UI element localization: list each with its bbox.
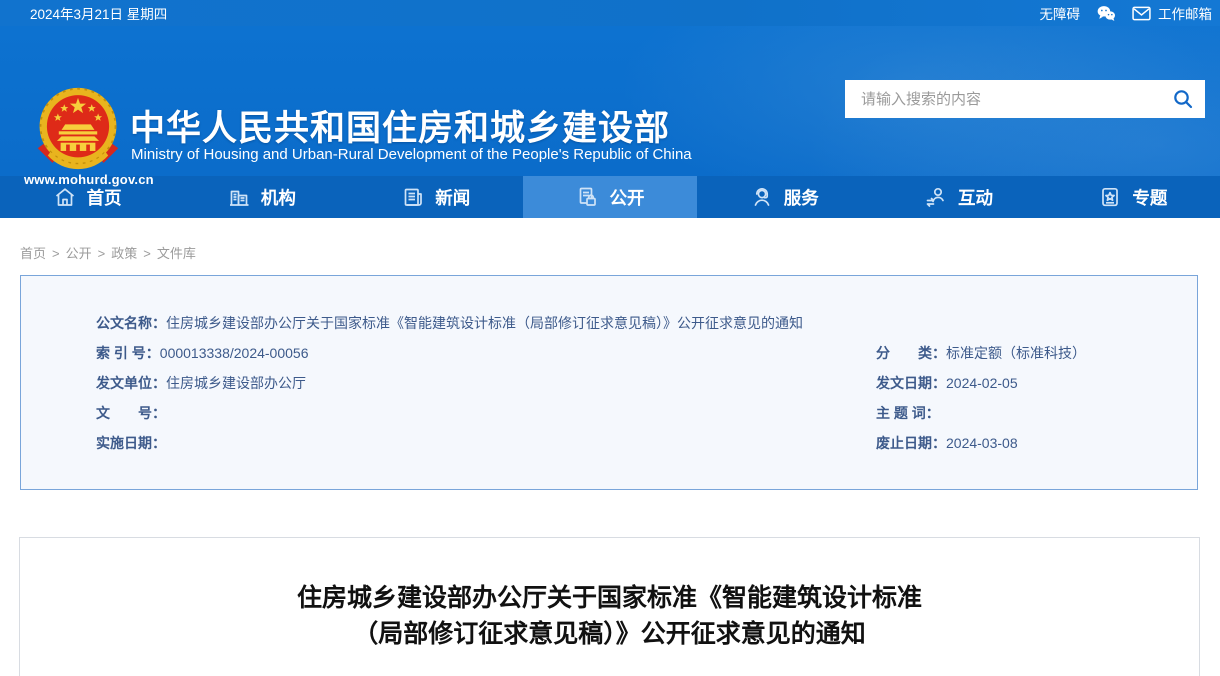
nav-tab-label: 服务	[784, 185, 819, 210]
nav-tab-services[interactable]: 服务	[697, 176, 871, 218]
field-doc-name: 公文名称：住房城乡建设部办公厅关于国家标准《智能建筑设计标准（局部修订征求意见稿…	[96, 313, 1197, 334]
breadcrumb-link-home[interactable]: 首页	[20, 246, 46, 261]
nav-tab-label: 首页	[87, 185, 122, 210]
field-category: 分 类：标准定额（标准科技）	[876, 343, 1197, 364]
search-box	[845, 80, 1205, 118]
breadcrumb-link-disclosure[interactable]: 公开	[66, 246, 92, 261]
nav-tab-news[interactable]: 新闻	[349, 176, 523, 218]
main-nav: 首页 机构 新闻 公开	[0, 176, 1220, 218]
nav-tab-topics[interactable]: 专题	[1046, 176, 1220, 218]
field-abolish-date: 废止日期：2024-03-08	[876, 433, 1197, 454]
wechat-icon[interactable]	[1096, 5, 1116, 21]
field-doc-number: 文 号：	[96, 403, 876, 424]
nav-tab-organization[interactable]: 机构	[174, 176, 348, 218]
mail-icon	[1132, 5, 1152, 21]
accessibility-link[interactable]: 无障碍	[1040, 3, 1081, 23]
home-icon	[53, 185, 77, 209]
nav-tab-label: 专题	[1132, 185, 1167, 210]
building-icon	[227, 185, 251, 209]
newspaper-icon	[401, 185, 425, 209]
field-label: 发文日期：	[876, 375, 946, 391]
breadcrumb: 首页 > 公开 > 政策 > 文件库	[20, 243, 1220, 262]
national-emblem-logo	[32, 86, 124, 172]
site-subtitle: Ministry of Housing and Urban-Rural Deve…	[131, 146, 692, 163]
field-index-number: 索 引 号：000013338/2024-00056	[96, 343, 876, 364]
service-headset-icon	[750, 185, 774, 209]
article-title: 住房城乡建设部办公厅关于国家标准《智能建筑设计标准 （局部修订征求意见稿）》公开…	[20, 580, 1199, 652]
field-value: 住房城乡建设部办公厅关于国家标准《智能建筑设计标准（局部修订征求意见稿）》公开征…	[166, 315, 803, 331]
star-badge-icon	[1098, 185, 1122, 209]
breadcrumb-separator: >	[52, 246, 60, 261]
document-info-box: 公文名称：住房城乡建设部办公厅关于国家标准《智能建筑设计标准（局部修订征求意见稿…	[20, 275, 1198, 490]
breadcrumb-separator: >	[98, 246, 106, 261]
field-issuing-unit: 发文单位：住房城乡建设部办公厅	[96, 373, 876, 394]
site-header: www.mohurd.gov.cn 中华人民共和国住房和城乡建设部 Minist…	[0, 26, 1220, 176]
nav-tab-label: 公开	[609, 185, 644, 210]
field-label: 实施日期：	[96, 435, 166, 451]
topbar: 2024年3月21日 星期四 无障碍 工作邮箱	[0, 0, 1220, 26]
nav-tab-interaction[interactable]: 互动	[871, 176, 1045, 218]
article-title-line1: 住房城乡建设部办公厅关于国家标准《智能建筑设计标准	[297, 584, 922, 612]
breadcrumb-link-policy[interactable]: 政策	[111, 246, 137, 261]
field-label: 分 类：	[876, 345, 946, 361]
person-arrows-icon	[924, 185, 948, 209]
search-input[interactable]	[845, 80, 1161, 118]
work-mailbox-link[interactable]: 工作邮箱	[1132, 3, 1212, 23]
document-lock-icon	[575, 185, 599, 209]
article-card: 住房城乡建设部办公厅关于国家标准《智能建筑设计标准 （局部修订征求意见稿）》公开…	[19, 537, 1200, 676]
nav-tab-label: 互动	[958, 185, 993, 210]
article-title-line2: （局部修订征求意见稿）》公开征求意见的通知	[353, 620, 866, 648]
work-mailbox-label: 工作邮箱	[1158, 3, 1212, 23]
topbar-links: 无障碍 工作邮箱	[1040, 3, 1213, 23]
field-value: 000013338/2024-00056	[160, 345, 309, 361]
breadcrumb-link-library[interactable]: 文件库	[157, 246, 196, 261]
site-url: www.mohurd.gov.cn	[24, 172, 132, 187]
field-value: 2024-02-05	[946, 375, 1018, 391]
site-title: 中华人民共和国住房和城乡建设部	[130, 100, 670, 151]
search-icon[interactable]	[1161, 80, 1205, 118]
breadcrumb-separator: >	[143, 246, 151, 261]
field-value: 标准定额（标准科技）	[946, 345, 1086, 361]
field-label: 主 题 词：	[876, 405, 940, 421]
topbar-date: 2024年3月21日 星期四	[30, 3, 167, 23]
field-value: 住房城乡建设部办公厅	[166, 375, 306, 391]
info-grid: 索 引 号：000013338/2024-00056 分 类：标准定额（标准科技…	[96, 343, 1197, 463]
field-issue-date: 发文日期：2024-02-05	[876, 373, 1197, 394]
field-implement-date: 实施日期：	[96, 433, 876, 454]
field-label: 文 号：	[96, 405, 166, 421]
field-label: 公文名称：	[96, 315, 166, 331]
nav-tab-label: 机构	[261, 185, 296, 210]
field-value: 2024-03-08	[946, 435, 1018, 451]
field-label: 索 引 号：	[96, 345, 160, 361]
nav-tab-label: 新闻	[435, 185, 470, 210]
field-label: 发文单位：	[96, 375, 166, 391]
field-subject-words: 主 题 词：	[876, 403, 1197, 424]
nav-tab-disclosure[interactable]: 公开	[523, 176, 697, 218]
field-label: 废止日期：	[876, 435, 946, 451]
